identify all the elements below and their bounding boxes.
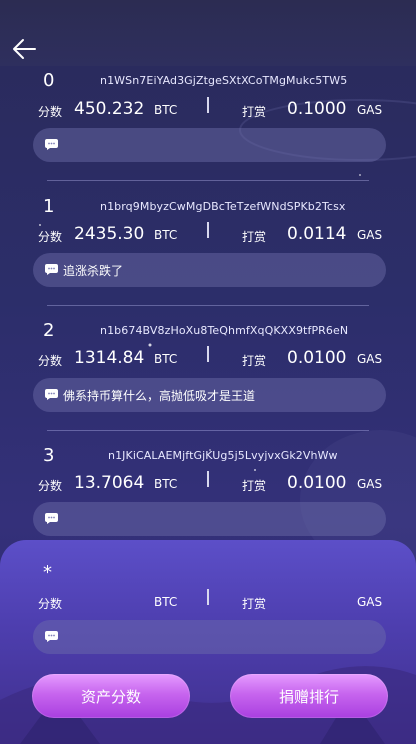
gas-unit: GAS bbox=[357, 103, 383, 117]
comment-box bbox=[33, 502, 386, 536]
score-value: 1314.84 bbox=[74, 348, 145, 368]
tip-label: 打赏 bbox=[242, 230, 267, 244]
score-label: 分数 bbox=[38, 479, 63, 493]
score-label: 分数 bbox=[38, 230, 63, 244]
my-comment-box[interactable] bbox=[33, 620, 386, 654]
comment-box bbox=[33, 128, 386, 162]
chat-bubble-icon bbox=[45, 513, 58, 524]
chat-bubble-icon bbox=[45, 264, 58, 275]
arrow-left-icon[interactable] bbox=[12, 38, 36, 60]
chat-bubble-icon bbox=[45, 631, 58, 642]
wallet-address: n1JKiCALAEMjftGjKUg5j5LvyjvxGk2VhWw bbox=[108, 449, 338, 462]
tip-label: 打赏 bbox=[242, 105, 267, 119]
btc-unit: BTC bbox=[154, 352, 178, 366]
gas-unit: GAS bbox=[357, 595, 383, 609]
separator bbox=[207, 97, 209, 113]
btc-unit: BTC bbox=[154, 103, 178, 117]
chat-bubble-icon bbox=[45, 389, 58, 400]
separator bbox=[207, 346, 209, 362]
rank-number: 2 bbox=[43, 320, 55, 341]
score-value: 450.232 bbox=[74, 99, 145, 119]
btc-unit: BTC bbox=[154, 228, 178, 242]
score-value: 2435.30 bbox=[74, 224, 145, 244]
score-label: 分数 bbox=[38, 597, 63, 611]
comment-text: 追涨杀跌了 bbox=[63, 264, 124, 278]
divider bbox=[47, 430, 369, 431]
gas-unit: GAS bbox=[357, 228, 383, 242]
tip-label: 打赏 bbox=[242, 354, 267, 368]
score-label: 分数 bbox=[38, 105, 63, 119]
separator bbox=[207, 471, 209, 487]
wallet-address: n1WSn7EiYAd3GjZtgeSXtXCoTMgMukc5TW5 bbox=[100, 74, 348, 87]
gas-unit: GAS bbox=[357, 477, 383, 491]
tip-label: 打赏 bbox=[242, 479, 267, 493]
separator bbox=[207, 222, 209, 238]
btc-unit: BTC bbox=[154, 595, 178, 609]
comment-box: 追涨杀跌了 bbox=[33, 253, 386, 287]
my-rank-number: * bbox=[43, 562, 52, 583]
wallet-address: n1brq9MbyzCwMgDBcTeTzefWNdSPKb2Tcsx bbox=[100, 200, 346, 213]
comment-box: 佛系持币算什么，高抛低吸才是王道 bbox=[33, 378, 386, 412]
wallet-address: n1b674BV8zHoXu8TeQhmfXqQKXX9tfPR6eN bbox=[100, 324, 349, 337]
donate-rank-button[interactable]: 捐赠排行 bbox=[230, 674, 388, 718]
tip-value: 0.1000 bbox=[287, 99, 347, 119]
tip-label: 打赏 bbox=[242, 597, 267, 611]
asset-score-button[interactable]: 资产分数 bbox=[32, 674, 190, 718]
divider bbox=[47, 180, 369, 181]
tip-value: 0.0100 bbox=[287, 348, 347, 368]
btc-unit: BTC bbox=[154, 477, 178, 491]
divider bbox=[47, 305, 369, 306]
rank-number: 0 bbox=[43, 70, 55, 91]
chat-bubble-icon bbox=[45, 139, 58, 150]
tip-value: 0.0100 bbox=[287, 473, 347, 493]
score-label: 分数 bbox=[38, 354, 63, 368]
tip-value: 0.0114 bbox=[287, 224, 347, 244]
score-value: 13.7064 bbox=[74, 473, 145, 493]
separator bbox=[207, 589, 209, 605]
rank-number: 3 bbox=[43, 445, 55, 466]
header-bar bbox=[0, 0, 416, 66]
gas-unit: GAS bbox=[357, 352, 383, 366]
rank-number: 1 bbox=[43, 196, 55, 217]
comment-text: 佛系持币算什么，高抛低吸才是王道 bbox=[63, 389, 256, 403]
